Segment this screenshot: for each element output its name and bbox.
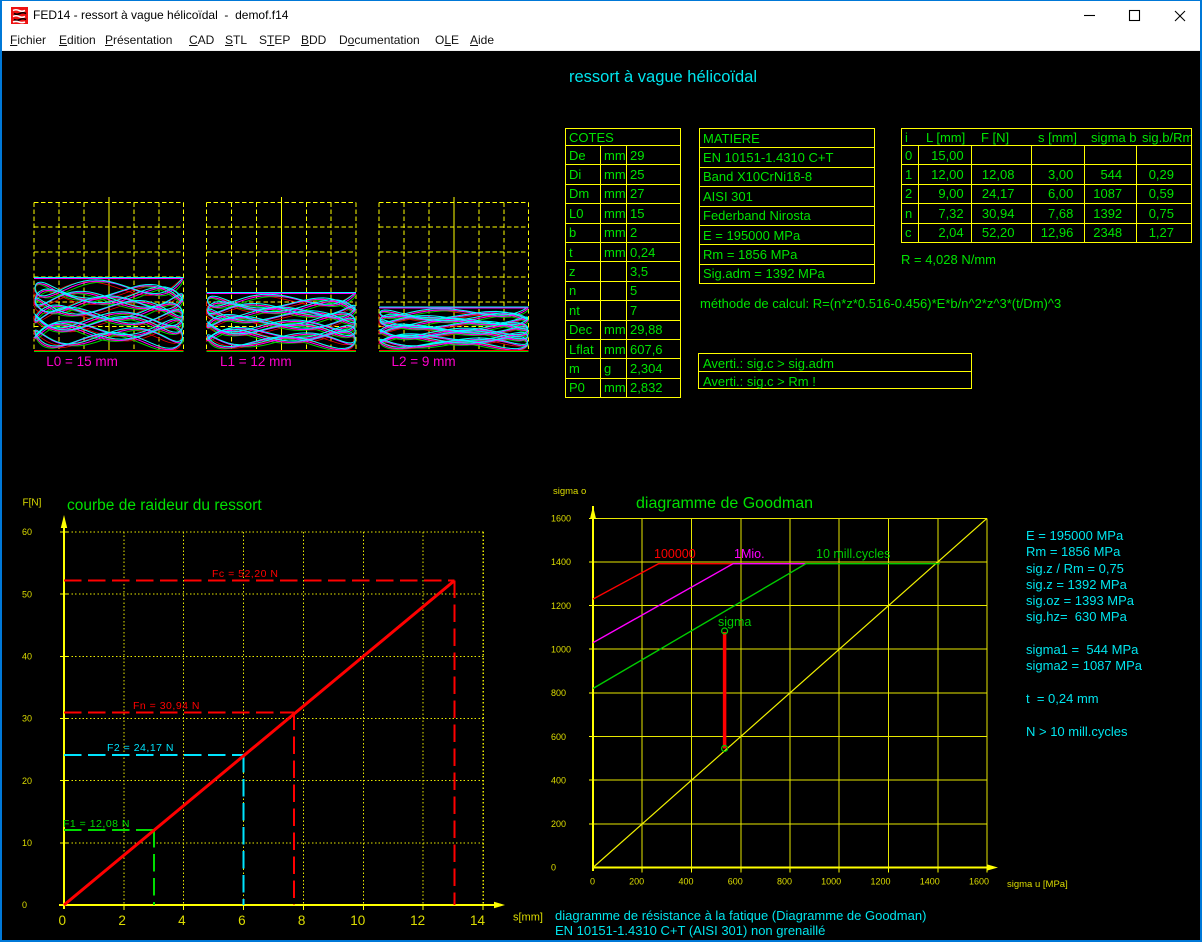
- svg-text:1600: 1600: [969, 877, 989, 887]
- svg-text:12: 12: [410, 913, 425, 928]
- svg-text:sigma u [MPa]: sigma u [MPa]: [1007, 879, 1068, 890]
- svg-text:400: 400: [551, 775, 566, 785]
- svg-text:14: 14: [470, 913, 486, 928]
- svg-text:Fn = 30,94 N: Fn = 30,94 N: [133, 700, 200, 712]
- svg-text:100000: 100000: [654, 547, 696, 561]
- svg-text:40: 40: [22, 652, 32, 662]
- svg-text:50: 50: [22, 589, 32, 599]
- svg-text:4: 4: [178, 913, 186, 928]
- svg-text:F[N]: F[N]: [23, 498, 42, 509]
- svg-text:1400: 1400: [551, 557, 571, 567]
- svg-text:2: 2: [118, 913, 126, 928]
- svg-text:10 mill.cycles: 10 mill.cycles: [816, 547, 890, 561]
- svg-text:s[mm]: s[mm]: [513, 912, 543, 924]
- svg-text:60: 60: [22, 527, 32, 537]
- svg-text:1400: 1400: [920, 877, 940, 887]
- svg-text:L2 = 9 mm: L2 = 9 mm: [392, 354, 456, 369]
- svg-text:0: 0: [590, 877, 595, 887]
- svg-text:courbe de raideur du ressort: courbe de raideur du ressort: [67, 497, 262, 514]
- svg-text:diagramme de Goodman: diagramme de Goodman: [636, 495, 813, 512]
- svg-text:L0 = 15 mm: L0 = 15 mm: [46, 354, 118, 369]
- svg-text:F1 = 12,08 N: F1 = 12,08 N: [63, 818, 130, 830]
- svg-text:1000: 1000: [821, 877, 841, 887]
- svg-text:1600: 1600: [551, 514, 571, 524]
- svg-text:1000: 1000: [551, 645, 571, 655]
- svg-text:30: 30: [22, 714, 32, 724]
- svg-text:sigma: sigma: [718, 615, 751, 629]
- svg-text:1Mio.: 1Mio.: [734, 547, 765, 561]
- svg-text:10: 10: [22, 838, 32, 848]
- svg-text:Fc = 52,20 N: Fc = 52,20 N: [212, 568, 278, 580]
- svg-text:800: 800: [777, 877, 792, 887]
- svg-text:0: 0: [22, 900, 27, 910]
- svg-text:200: 200: [551, 819, 566, 829]
- svg-text:800: 800: [551, 688, 566, 698]
- svg-text:600: 600: [728, 877, 743, 887]
- svg-text:L1 = 12 mm: L1 = 12 mm: [220, 354, 292, 369]
- svg-text:400: 400: [678, 877, 693, 887]
- svg-text:F2 = 24,17 N: F2 = 24,17 N: [107, 742, 174, 754]
- svg-text:1200: 1200: [551, 601, 571, 611]
- svg-text:600: 600: [551, 732, 566, 742]
- svg-text:sigma o: sigma o: [553, 486, 586, 497]
- svg-text:200: 200: [629, 877, 644, 887]
- svg-text:0: 0: [58, 913, 66, 928]
- svg-text:0: 0: [551, 863, 556, 873]
- svg-text:6: 6: [238, 913, 246, 928]
- svg-text:20: 20: [22, 776, 32, 786]
- svg-text:8: 8: [298, 913, 306, 928]
- svg-text:1200: 1200: [870, 877, 890, 887]
- svg-text:10: 10: [350, 913, 365, 928]
